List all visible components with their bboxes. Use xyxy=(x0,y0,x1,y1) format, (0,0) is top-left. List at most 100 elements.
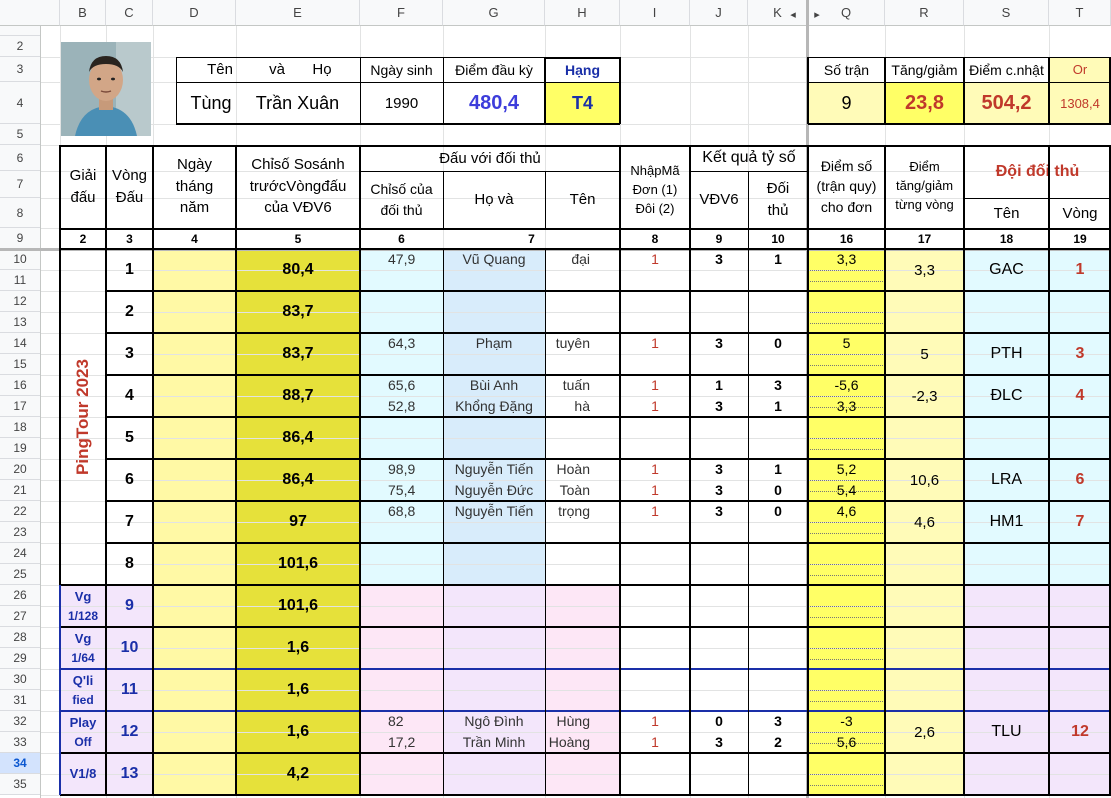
row-header-33[interactable]: 33 xyxy=(0,732,40,753)
hdr-num-5: 5 xyxy=(294,231,302,246)
row-header-18[interactable]: 18 xyxy=(0,417,40,438)
row-header-27[interactable]: 27 xyxy=(0,606,40,627)
column-header-B[interactable]: B xyxy=(60,0,106,26)
row-header-4[interactable]: 4 xyxy=(0,82,40,124)
stage-label-line1: V1/8 xyxy=(69,766,97,782)
row-header-13[interactable]: 13 xyxy=(0,312,40,333)
border-line xyxy=(60,626,106,628)
column-header-T[interactable]: T xyxy=(1049,0,1111,26)
profile-hdr-va: và xyxy=(269,61,285,78)
summary-or: 1308,4 xyxy=(1060,95,1100,111)
column-header-D[interactable]: D xyxy=(153,0,236,26)
hdr-ten: Tên xyxy=(569,191,596,208)
row-header-17[interactable]: 17 xyxy=(0,396,40,417)
row-header-32[interactable]: 32 xyxy=(0,711,40,732)
summary-hdr-sotran: Số trận xyxy=(823,61,870,78)
dotted-separator xyxy=(810,522,883,523)
row-header-19[interactable]: 19 xyxy=(0,438,40,459)
avatar xyxy=(61,42,151,136)
row-header-12[interactable]: 12 xyxy=(0,291,40,312)
hdr-diemso-line: (trận quy) xyxy=(816,178,877,195)
column-header-I[interactable]: I xyxy=(620,0,690,26)
row-header-29[interactable]: 29 xyxy=(0,648,40,669)
profile-hovaten: Trần Xuân xyxy=(255,92,340,113)
row-header-16[interactable]: 16 xyxy=(0,375,40,396)
round-diemtg xyxy=(885,585,964,627)
round-doi-vong xyxy=(1049,669,1111,711)
collapse-right-icon[interactable]: ▸ xyxy=(812,8,822,21)
row-header-35[interactable]: 35 xyxy=(0,774,40,795)
row-header-21[interactable]: 21 xyxy=(0,480,40,501)
match-opponent-index: 68,8 xyxy=(388,502,416,519)
row-header-2[interactable]: 2 xyxy=(0,36,40,57)
match-score-opponent: 3 xyxy=(774,712,782,729)
column-header-C[interactable]: C xyxy=(106,0,153,26)
dotted-separator xyxy=(810,659,883,660)
round-vong: 12 xyxy=(120,723,139,740)
row-header-20[interactable]: 20 xyxy=(0,459,40,480)
row-header-9[interactable]: 9 xyxy=(0,228,40,249)
corner-cell xyxy=(0,0,60,26)
column-header-H[interactable]: H xyxy=(545,0,620,26)
round-diemtg: -2,3 xyxy=(911,387,938,405)
column-header-S[interactable]: S xyxy=(964,0,1049,26)
hdr-num-16: 16 xyxy=(839,231,854,246)
row-header-24[interactable]: 24 xyxy=(0,543,40,564)
row-header-25[interactable]: 25 xyxy=(0,564,40,585)
row-header-22[interactable]: 22 xyxy=(0,501,40,522)
match-score-opponent: 1 xyxy=(774,397,782,414)
column-header-E[interactable]: E xyxy=(236,0,360,26)
row-header-26[interactable]: 26 xyxy=(0,585,40,606)
row-header-28[interactable]: 28 xyxy=(0,627,40,648)
match-opponent-name: Hùng xyxy=(556,712,590,729)
dotted-separator xyxy=(810,533,883,534)
column-header-F[interactable]: F xyxy=(360,0,443,26)
hdr-doiten: Tên xyxy=(993,204,1020,222)
hdr-chisodoithu-line: đối thủ xyxy=(380,201,423,218)
match-points: 3,3 xyxy=(836,397,857,414)
stage-label-line2: 1/64 xyxy=(71,650,95,665)
row-header-7[interactable]: 7 xyxy=(0,171,40,198)
collapse-left-icon[interactable]: ◂ xyxy=(788,8,798,21)
row-header-3[interactable]: 3 xyxy=(0,57,40,82)
row-header-10[interactable]: 10 xyxy=(0,249,40,270)
match-opponent-index: 17,2 xyxy=(388,733,416,750)
match-points: 5,4 xyxy=(836,481,857,498)
border-line xyxy=(360,57,361,124)
summary-tanggiam: 23,8 xyxy=(905,91,944,114)
hdr-num-2: 2 xyxy=(79,231,87,246)
hdr-doithu-line: Đối xyxy=(766,179,790,197)
hdr-ngay-line: Ngày xyxy=(176,155,213,173)
column-header-J[interactable]: J xyxy=(690,0,748,26)
dotted-separator xyxy=(810,438,883,439)
row-header-11[interactable]: 11 xyxy=(0,270,40,291)
dotted-separator xyxy=(810,774,883,775)
match-opponent-surname: Nguyễn Tiến xyxy=(454,502,534,519)
hdr-hova: Họ và xyxy=(474,191,514,208)
hdr-diemtg: Điểm tăng/giảm từng vòng xyxy=(885,145,964,228)
row-header-31[interactable]: 31 xyxy=(0,690,40,711)
row-header-23[interactable]: 23 xyxy=(0,522,40,543)
column-header-R[interactable]: R xyxy=(885,0,964,26)
column-header-K[interactable]: K xyxy=(748,0,808,26)
hdr-num-19: 19 xyxy=(1073,231,1087,246)
row-header-30[interactable]: 30 xyxy=(0,669,40,690)
border-line xyxy=(105,145,107,795)
row-header-14[interactable]: 14 xyxy=(0,333,40,354)
summary-diemcnhat: 504,2 xyxy=(981,91,1032,114)
row-header-6[interactable]: 6 xyxy=(0,145,40,171)
hdr-chiso-line: Chỉsố Sosánh xyxy=(251,155,345,173)
round-doi-vong: 4 xyxy=(1075,387,1085,404)
round-vong: 6 xyxy=(125,471,134,488)
match-type-code: 1 xyxy=(651,481,659,498)
row-header-gap xyxy=(0,26,40,36)
stage-label-line2: 1/128 xyxy=(67,608,99,623)
row-header-5[interactable]: 5 xyxy=(0,124,40,145)
row-header-15[interactable]: 15 xyxy=(0,354,40,375)
column-header-G[interactable]: G xyxy=(443,0,545,26)
row-header-34[interactable]: 34 xyxy=(0,753,40,774)
border-line xyxy=(443,249,444,795)
row-header-8[interactable]: 8 xyxy=(0,198,40,228)
border-line xyxy=(443,171,444,228)
border-line xyxy=(807,145,809,795)
